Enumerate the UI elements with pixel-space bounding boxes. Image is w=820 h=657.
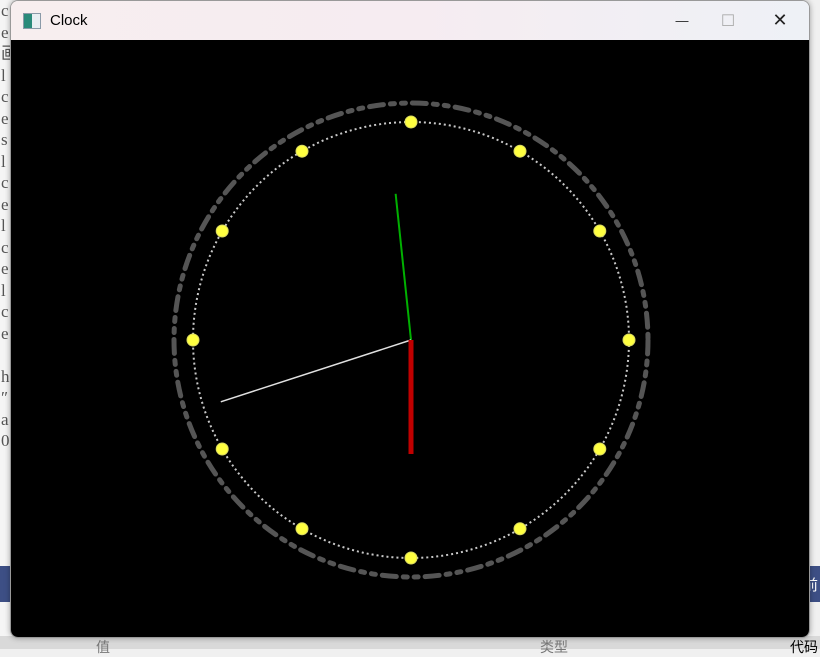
minimize-button[interactable]: — <box>659 1 705 40</box>
hour-marker <box>186 333 200 347</box>
hour-marker <box>295 144 309 158</box>
background-label-type: 类型 <box>540 639 568 655</box>
hour-marker <box>295 522 309 536</box>
minute-hand <box>394 193 412 341</box>
clock-face <box>171 100 651 580</box>
clock-window: Clock — ☐ ✕ <box>10 0 810 638</box>
hour-marker <box>593 442 607 456</box>
hour-marker <box>404 115 418 129</box>
maximize-icon: ☐ <box>720 12 736 30</box>
maximize-button[interactable]: ☐ <box>705 1 751 40</box>
hour-marker <box>404 551 418 565</box>
hour-marker <box>215 224 229 238</box>
hour-marker <box>513 144 527 158</box>
hour-marker <box>215 442 229 456</box>
hour-marker <box>593 224 607 238</box>
clock-canvas <box>11 40 809 637</box>
title-bar[interactable]: Clock — ☐ ✕ <box>11 1 809 40</box>
hour-marker <box>513 522 527 536</box>
background-label-code: 代码 <box>790 639 818 655</box>
app-icon <box>23 12 41 29</box>
close-icon: ✕ <box>772 10 788 30</box>
background-label-value: 值 <box>96 639 110 655</box>
window-title: Clock <box>50 12 88 29</box>
second-hand <box>220 339 412 403</box>
close-button[interactable]: ✕ <box>757 1 803 40</box>
minimize-icon: — <box>675 13 689 28</box>
hour-marker <box>622 333 636 347</box>
